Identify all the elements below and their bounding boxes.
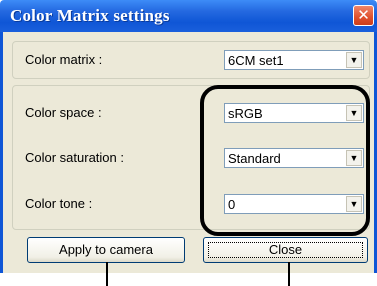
apply-callout-line xyxy=(106,262,108,286)
color-matrix-label: Color matrix : xyxy=(25,52,103,67)
close-icon[interactable]: ✕ xyxy=(353,5,374,26)
close-button[interactable]: Close xyxy=(203,237,368,263)
chevron-down-icon[interactable]: ▼ xyxy=(346,52,362,68)
apply-to-camera-button[interactable]: Apply to camera xyxy=(27,237,185,263)
close-callout-line xyxy=(288,262,290,286)
highlight-callout-ring xyxy=(200,85,370,236)
bottom-margin xyxy=(0,273,377,286)
color-tone-label: Color tone : xyxy=(25,196,93,211)
title-bar[interactable]: Color Matrix settings ✕ xyxy=(0,0,377,32)
dialog-title: Color Matrix settings xyxy=(10,6,170,25)
color-matrix-dialog: Color Matrix settings ✕ Color matrix : 6… xyxy=(0,0,377,286)
color-space-label: Color space : xyxy=(25,105,102,120)
close-button-label: Close xyxy=(268,242,303,257)
color-matrix-value: 6CM set1 xyxy=(228,53,284,68)
color-matrix-group: Color matrix : 6CM set1 ▼ xyxy=(12,41,370,79)
color-saturation-label: Color saturation : xyxy=(25,150,124,165)
color-matrix-dropdown[interactable]: 6CM set1 ▼ xyxy=(224,50,364,70)
